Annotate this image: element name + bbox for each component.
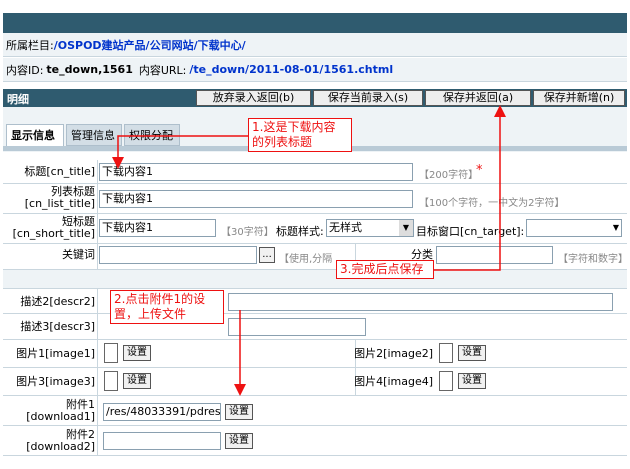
callout-upload-line1: 2.点击附件1的设 — [114, 292, 206, 306]
callout-list-title-line1: 1.这是下载内容 — [252, 120, 336, 134]
callout-upload-line2: 置，上传文件 — [114, 307, 187, 321]
annotation-arrows — [112, 105, 506, 396]
arrow-to-save — [434, 105, 506, 271]
callout-upload: 2.点击附件1的设 置，上传文件 — [110, 290, 224, 324]
arrow-to-title — [112, 135, 248, 169]
callout-list-title: 1.这是下载内容 的列表标题 — [248, 118, 352, 152]
callout-save: 3.完成后点保存 — [336, 260, 434, 279]
callout-list-title-line2: 的列表标题 — [252, 135, 313, 149]
